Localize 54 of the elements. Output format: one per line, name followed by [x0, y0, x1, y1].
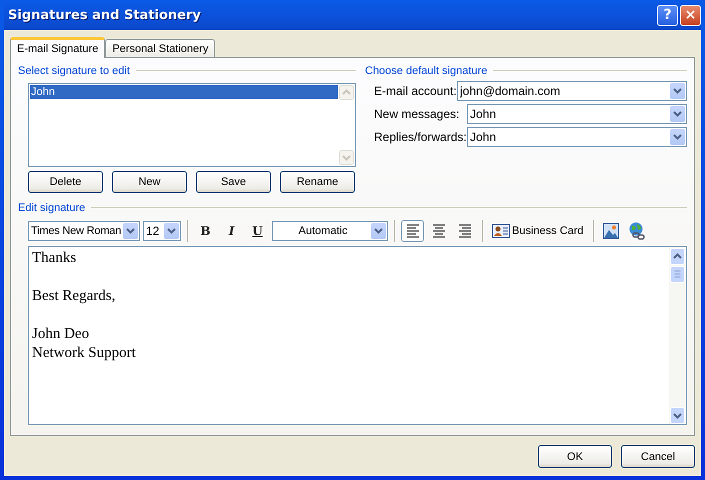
- button[interactable]: New: [112, 171, 187, 193]
- dropdown-field[interactable]: John: [467, 104, 687, 124]
- window-title: Signatures and Stationery: [8, 8, 201, 22]
- chevron-down-icon: [126, 228, 135, 234]
- group-heading: Edit signature: [18, 202, 86, 214]
- field-label: Replies/forwards:: [374, 129, 467, 144]
- text-line: John Deo: [32, 325, 90, 344]
- align-left-button[interactable]: [401, 220, 424, 242]
- group-heading: Select signature to edit: [18, 64, 130, 76]
- globe-link-icon: [628, 222, 646, 240]
- size-dropdown[interactable]: 12: [143, 221, 181, 241]
- contact-card-icon: [492, 224, 510, 238]
- group-heading: Choose default signature: [365, 64, 488, 76]
- italic-button[interactable]: I: [220, 220, 243, 242]
- dropdown-button[interactable]: [670, 129, 685, 145]
- bold-button[interactable]: B: [194, 220, 217, 242]
- signature-editor[interactable]: Thanks Best Regards, John Deo Network Support: [28, 246, 687, 425]
- list-item[interactable]: John: [30, 85, 338, 99]
- tab[interactable]: Personal Stationery: [105, 39, 216, 57]
- align-right-icon: [456, 222, 472, 240]
- font-dropdown[interactable]: Times New Roman: [28, 221, 140, 241]
- business-card-button[interactable]: Business Card: [489, 220, 587, 242]
- button[interactable]: Save: [196, 171, 271, 193]
- dropdown-button[interactable]: [371, 223, 386, 239]
- chevron-down-icon: [167, 228, 176, 234]
- dropdown-button[interactable]: [164, 223, 179, 239]
- text-line: Best Regards,: [32, 287, 116, 306]
- chevron-down-icon: [673, 111, 682, 117]
- chevron-down-icon: [374, 228, 383, 234]
- field-label: E-mail account:: [374, 83, 457, 98]
- tab[interactable]: E-mail Signature: [10, 37, 106, 58]
- button[interactable]: Rename: [280, 171, 355, 193]
- button[interactable]: Delete: [28, 171, 103, 193]
- chevron-down-icon: [673, 88, 682, 94]
- text-line: Network Support: [32, 344, 137, 363]
- help-button[interactable]: ?: [657, 4, 678, 26]
- dropdown-field[interactable]: John: [467, 127, 687, 147]
- field-label: New messages:: [374, 106, 460, 121]
- button[interactable]: Cancel: [621, 445, 695, 468]
- close-button[interactable]: ×: [680, 4, 701, 26]
- chevron-down-icon: [673, 134, 682, 140]
- dropdown-button[interactable]: [670, 106, 685, 122]
- picture-icon: [602, 223, 619, 239]
- dropdown-field[interactable]: john@domain.com: [457, 81, 687, 101]
- text-line: Thanks: [32, 249, 78, 268]
- align-left-icon: [404, 222, 420, 240]
- dropdown-button[interactable]: [670, 83, 685, 99]
- scrollbar[interactable]: [669, 247, 686, 424]
- color-dropdown[interactable]: Automatic: [272, 221, 388, 241]
- underline-button[interactable]: U: [246, 220, 269, 242]
- dropdown-button[interactable]: [123, 223, 138, 239]
- button[interactable]: OK: [538, 445, 612, 468]
- align-center-icon: [430, 222, 446, 240]
- scroll-thumb-icon[interactable]: [670, 266, 685, 283]
